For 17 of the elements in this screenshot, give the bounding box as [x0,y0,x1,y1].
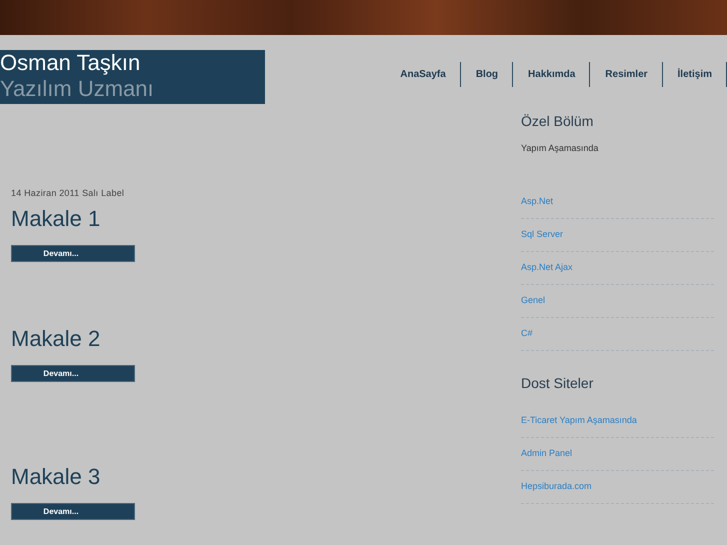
read-more-button[interactable]: Devamı... [11,245,135,262]
widget-title: Dost Siteler [521,375,594,391]
site-subtitle: Yazılım Uzmanı [0,76,155,102]
nav-link[interactable]: Blog [460,62,514,87]
post-meta: 14 Haziran 2011 Salı Label [11,188,126,198]
nav-link[interactable]: İletişim [662,62,727,87]
read-more-button[interactable]: Devamı... [11,503,135,520]
nav-link[interactable]: AnaSayfa [385,62,461,87]
widget-title: Özel Bölüm [521,113,594,129]
post-title: Makale 2 [11,326,102,352]
site-title: Osman Taşkın [0,50,142,76]
nav-link[interactable]: Hakkımda [513,62,590,87]
widget-text: Yapım Aşamasında [521,143,600,153]
nav-link[interactable]: Resimler [590,62,663,87]
post-title: Makale 1 [11,206,102,232]
post-title: Makale 3 [11,464,102,490]
read-more-button[interactable]: Devamı... [11,365,135,382]
